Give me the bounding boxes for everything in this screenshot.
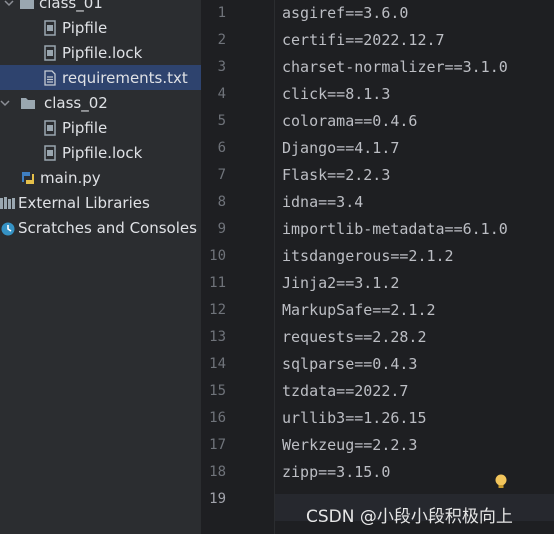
folder-icon <box>20 95 36 111</box>
code-line[interactable]: MarkupSafe==2.1.2 <box>282 297 436 324</box>
pipfile-icon <box>42 144 58 161</box>
code-line[interactable]: Jinja2==3.1.2 <box>282 270 399 297</box>
line-number: 12 <box>209 302 226 318</box>
code-line[interactable]: asgiref==3.6.0 <box>282 0 408 27</box>
pipfile-icon <box>42 44 58 61</box>
code-line[interactable]: sqlparse==0.4.3 <box>282 351 417 378</box>
tree-item-pipfile-lock[interactable]: Pipfile.lock <box>0 140 201 165</box>
line-number: 5 <box>217 113 226 129</box>
editor-pane[interactable]: 1 asgiref==3.6.0 2 certifi==2022.12.7 3 chars… <box>202 0 554 534</box>
line-number: 15 <box>209 383 226 399</box>
code-line[interactable]: urllib3==1.26.15 <box>282 405 427 432</box>
code-line[interactable]: certifi==2022.12.7 <box>282 27 445 54</box>
lightbulb-icon[interactable] <box>494 474 508 490</box>
code-line[interactable]: importlib-metadata==6.1.0 <box>282 216 508 243</box>
tree-item-class-01[interactable]: class_01 <box>0 0 201 15</box>
code-line[interactable]: Flask==2.2.3 <box>282 162 390 189</box>
scratches-icon <box>0 220 16 236</box>
tree-item-label: External Libraries <box>18 193 150 212</box>
tree-item-pipfile[interactable]: Pipfile <box>0 115 201 140</box>
line-number: 10 <box>209 248 226 264</box>
line-number: 19 <box>209 491 226 507</box>
tree-item-main-py[interactable]: main.py <box>0 165 201 190</box>
tree-item-label: Pipfile <box>62 18 108 37</box>
code-line[interactable]: Django==4.1.7 <box>282 135 399 162</box>
tree-item-label: class_01 <box>39 0 103 12</box>
code-line[interactable]: zipp==3.15.0 <box>282 459 390 486</box>
pipfile-icon <box>42 19 58 36</box>
code-line[interactable]: Werkzeug==2.2.3 <box>282 432 417 459</box>
tree-item-scratches[interactable]: Scratches and Consoles <box>0 215 201 240</box>
tree-item-label: Scratches and Consoles <box>18 218 197 237</box>
tree-item-label: requirements.txt <box>62 68 188 87</box>
chevron-down-icon[interactable] <box>4 0 14 8</box>
line-number: 18 <box>209 464 226 480</box>
tree-item-pipfile[interactable]: Pipfile <box>0 15 201 40</box>
gutter-separator <box>274 0 275 534</box>
code-line[interactable]: click==8.1.3 <box>282 81 390 108</box>
line-number: 13 <box>209 329 226 345</box>
tree-item-label: class_02 <box>44 93 108 112</box>
line-number: 7 <box>217 167 226 183</box>
text-file-icon <box>42 69 58 86</box>
line-number: 8 <box>217 194 226 210</box>
code-line[interactable]: colorama==0.4.6 <box>282 108 417 135</box>
watermark-text: CSDN @小段小段积极向上 <box>306 507 513 527</box>
line-number: 11 <box>209 275 226 291</box>
line-number: 9 <box>217 221 226 237</box>
folder-icon <box>19 0 35 11</box>
code-line[interactable]: itsdangerous==2.1.2 <box>282 243 454 270</box>
code-line[interactable]: requests==2.28.2 <box>282 324 427 351</box>
tree-item-external-libraries[interactable]: External Libraries <box>0 190 201 215</box>
pipfile-icon <box>42 119 58 136</box>
tree-item-label: Pipfile <box>62 118 108 137</box>
code-line[interactable]: idna==3.4 <box>282 189 363 216</box>
python-file-icon <box>20 170 36 186</box>
chevron-down-icon[interactable] <box>0 98 10 108</box>
line-number: 17 <box>209 437 226 453</box>
line-number: 4 <box>217 86 226 102</box>
line-number: 6 <box>217 140 226 156</box>
tree-item-label: main.py <box>40 168 101 187</box>
tree-item-requirements[interactable]: requirements.txt <box>0 65 201 90</box>
tree-item-label: Pipfile.lock <box>62 43 143 62</box>
code-line[interactable]: tzdata==2022.7 <box>282 378 408 405</box>
tree-item-class-02[interactable]: class_02 <box>0 90 201 115</box>
line-number: 2 <box>217 32 226 48</box>
code-line[interactable]: charset-normalizer==3.1.0 <box>282 54 508 81</box>
project-tree-panel: class_01 Pipfile Pipfile.lock requiremen… <box>0 0 201 534</box>
libraries-icon <box>0 195 16 211</box>
line-number: 14 <box>209 356 226 372</box>
line-number: 3 <box>217 59 226 75</box>
tree-item-pipfile-lock[interactable]: Pipfile.lock <box>0 40 201 65</box>
line-number: 16 <box>209 410 226 426</box>
line-number: 1 <box>217 5 226 21</box>
tree-item-label: Pipfile.lock <box>62 143 143 162</box>
